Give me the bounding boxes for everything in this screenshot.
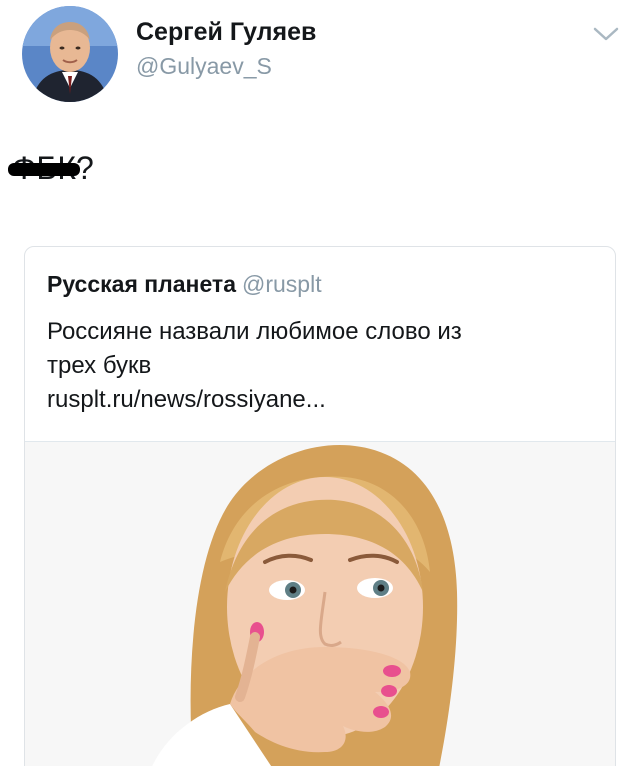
woman-photo [25,442,615,766]
quoted-tweet-card[interactable]: Русская планета @rusplt Россияне назвали … [24,246,616,766]
struck-text: ФБК [8,150,80,187]
quoted-author-handle[interactable]: @rusplt [242,271,322,297]
author-avatar[interactable] [22,6,118,102]
quoted-text-line-1: Россияне назвали любимое слово из [47,318,462,345]
quoted-text-line-2: трех букв [47,352,152,379]
quoted-link[interactable]: rusplt.ru/news/rossiyane... [47,383,587,417]
strikethrough-mark [8,163,80,176]
quoted-author-name[interactable]: Русская планета [47,271,236,297]
tweet: Сергей Гуляев @Gulyaev_S ФБК ? Русская п… [0,0,637,766]
tweet-text: ФБК ? [8,150,94,187]
quoted-tweet-header: Русская планета @rusplt [47,271,322,298]
quoted-tweet-image[interactable] [25,442,615,766]
author-name[interactable]: Сергей Гуляев [136,18,316,47]
quoted-tweet-text: Россияне назвали любимое слово из трех б… [47,315,587,417]
avatar-photo [22,6,118,102]
chevron-down-icon[interactable] [592,24,620,44]
author-handle[interactable]: @Gulyaev_S [136,53,272,80]
